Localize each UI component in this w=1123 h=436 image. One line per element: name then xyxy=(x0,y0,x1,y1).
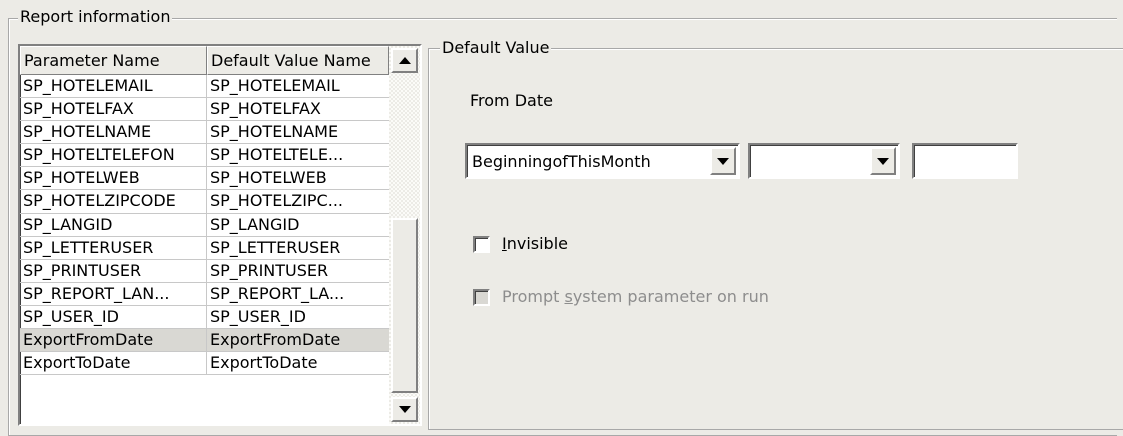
parameter-name-cell: ExportFromDate xyxy=(20,329,207,352)
scroll-down-button[interactable] xyxy=(391,397,418,422)
column-header-parameter-name[interactable]: Parameter Name xyxy=(20,46,207,75)
table-row[interactable]: SP_REPORT_LAN... SP_REPORT_LA... xyxy=(20,282,389,306)
scroll-down-arrow-icon xyxy=(398,406,411,413)
parameter-name-cell: SP_HOTELZIPCODE xyxy=(20,190,207,213)
default-value-name-cell: SP_PRINTUSER xyxy=(210,260,329,280)
dropdown-arrow-icon xyxy=(877,157,889,165)
dropdown-arrow-icon xyxy=(717,157,729,165)
table-row[interactable]: ExportToDate ExportToDate xyxy=(20,352,389,376)
table-row[interactable]: SP_HOTELNAME SP_HOTELNAME xyxy=(20,121,389,145)
default-value-name-cell: SP_USER_ID xyxy=(210,306,306,326)
table-row[interactable]: SP_HOTELTELEFON SP_HOTELTELE... xyxy=(20,144,389,168)
date-preset-dropdown-button[interactable] xyxy=(710,147,736,175)
table-row[interactable]: SP_LANGID SP_LANGID xyxy=(20,213,389,237)
column-header-default-value-name[interactable]: Default Value Name xyxy=(207,46,389,75)
scroll-up-arrow-icon xyxy=(398,57,411,64)
default-value-name-cell: SP_HOTELWEB xyxy=(210,168,327,188)
parameter-name-cell: SP_HOTELEMAIL xyxy=(20,75,207,98)
list-rows: SP_HOTELEMAIL SP_HOTELEMAIL SP_HOTELFAX SP… xyxy=(20,75,389,376)
report-information-legend: Report information xyxy=(18,7,173,26)
date-preset-value: BeginningofThisMonth xyxy=(472,152,651,171)
default-value-name-cell: SP_HOTELEMAIL xyxy=(210,76,340,95)
default-value-name-cell: SP_HOTELNAME xyxy=(210,122,339,142)
invisible-checkbox[interactable] xyxy=(473,236,490,253)
parameter-list[interactable]: Parameter Name Default Value Name SP_HOT… xyxy=(18,44,422,426)
default-value-name-cell: ExportFromDate xyxy=(210,330,341,350)
parameter-name-cell: SP_HOTELNAME xyxy=(20,121,207,144)
parameter-name-cell: SP_PRINTUSER xyxy=(20,259,207,282)
parameter-name-cell: SP_REPORT_LAN... xyxy=(20,282,207,305)
table-row[interactable]: SP_LETTERUSER SP_LETTERUSER xyxy=(20,236,389,260)
table-row[interactable]: SP_HOTELWEB SP_HOTELWEB xyxy=(20,167,389,191)
default-value-name-cell: ExportToDate xyxy=(210,353,318,373)
table-row[interactable]: SP_HOTELFAX SP_HOTELFAX xyxy=(20,98,389,122)
default-value-legend: Default Value xyxy=(440,38,552,57)
list-header: Parameter Name Default Value Name xyxy=(20,46,420,75)
prompt-system-parameter-checkbox xyxy=(473,289,490,306)
table-row[interactable]: SP_USER_ID SP_USER_ID xyxy=(20,305,389,330)
prompt-accelerator: s xyxy=(564,287,573,306)
offset-dropdown-button[interactable] xyxy=(870,147,896,175)
table-row[interactable]: SP_HOTELZIPCODE SP_HOTELZIPC... xyxy=(20,190,389,214)
parameter-name-cell: ExportToDate xyxy=(20,352,207,375)
parameter-name-cell: SP_HOTELWEB xyxy=(20,167,207,190)
vertical-scrollbar[interactable] xyxy=(389,46,420,424)
invisible-label[interactable]: Invisible xyxy=(502,233,568,255)
parameter-name-cell: SP_LETTERUSER xyxy=(20,236,207,259)
prompt-label-before: Prompt xyxy=(502,287,565,306)
scrollbar-thumb[interactable] xyxy=(391,218,418,393)
prompt-label-after: ystem parameter on run xyxy=(572,287,769,306)
table-row[interactable]: SP_HOTELEMAIL SP_HOTELEMAIL xyxy=(20,75,389,99)
scroll-up-button[interactable] xyxy=(391,48,418,73)
parameter-name-cell: SP_HOTELFAX xyxy=(20,98,207,121)
date-preset-combobox[interactable]: BeginningofThisMonth xyxy=(465,143,740,179)
default-value-name-cell: SP_LETTERUSER xyxy=(210,237,341,257)
default-value-name-cell: SP_LANGID xyxy=(210,214,300,234)
invisible-label-text: nvisible xyxy=(506,234,568,253)
parameter-name-cell: SP_LANGID xyxy=(20,213,207,236)
default-value-name-cell: SP_HOTELTELE... xyxy=(210,145,344,165)
table-row[interactable]: SP_PRINTUSER SP_PRINTUSER xyxy=(20,259,389,283)
default-value-name-cell: SP_HOTELZIPC... xyxy=(210,191,343,211)
parameter-name-cell: SP_HOTELTELEFON xyxy=(20,144,207,167)
default-value-name-cell: SP_HOTELFAX xyxy=(210,99,321,119)
prompt-system-parameter-label: Prompt system parameter on run xyxy=(502,286,769,308)
from-date-label: From Date xyxy=(470,91,553,110)
parameter-name-cell: SP_USER_ID xyxy=(20,305,207,329)
offset-amount-input[interactable] xyxy=(912,143,1018,179)
table-row-selected[interactable]: ExportFromDate ExportFromDate xyxy=(20,329,389,353)
default-value-name-cell: SP_REPORT_LA... xyxy=(210,283,345,303)
offset-combobox[interactable] xyxy=(748,143,900,179)
